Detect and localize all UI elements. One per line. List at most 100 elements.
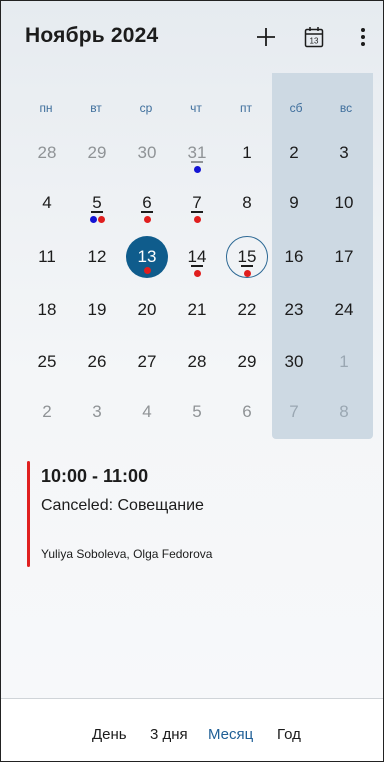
weekday-label: чт	[190, 101, 202, 115]
event-indicators	[172, 216, 222, 224]
day-number: 5	[92, 193, 102, 212]
day-cell[interactable]: 7	[269, 387, 319, 437]
month-title[interactable]: Ноябрь 2024	[25, 24, 158, 48]
day-number: 29	[237, 352, 257, 371]
day-cell[interactable]: 21	[172, 285, 222, 335]
day-cell[interactable]: 31	[172, 128, 222, 178]
day-cell[interactable]: 8	[222, 178, 272, 228]
event-dot-red	[143, 216, 151, 223]
day-cell[interactable]: 29	[222, 337, 272, 387]
tab-month[interactable]: Месяц	[208, 726, 253, 743]
app-frame: Ноябрь 2024 13 пн вт ср чт пт сб вс 28 2…	[1, 1, 383, 761]
day-cell[interactable]: 28	[172, 337, 222, 387]
event-indicators	[222, 270, 272, 278]
day-cell[interactable]: 23	[269, 285, 319, 335]
day-cell[interactable]: 7	[172, 178, 222, 228]
view-switcher: День 3 дня Месяц Год	[1, 698, 383, 761]
weekday-label: вт	[90, 101, 102, 115]
tab-day[interactable]: День	[92, 726, 127, 743]
weekday-label: вс	[339, 101, 353, 115]
day-cell-today[interactable]: 15	[222, 232, 272, 282]
day-number: 8	[339, 402, 349, 421]
plus-icon	[257, 28, 275, 46]
weekday-label: пт	[240, 101, 252, 115]
day-number: 25	[37, 352, 57, 371]
has-events-underline	[191, 211, 203, 213]
day-cell[interactable]: 19	[72, 285, 122, 335]
day-cell[interactable]: 26	[72, 337, 122, 387]
day-number: 2	[42, 402, 52, 421]
event-title: Canceled: Совещание	[41, 497, 204, 514]
day-cell[interactable]: 20	[122, 285, 172, 335]
tab-3-days[interactable]: 3 дня	[150, 726, 188, 743]
has-events-underline	[191, 161, 203, 163]
day-cell-selected[interactable]: 13	[122, 232, 172, 282]
day-number: 10	[334, 193, 354, 212]
day-number: 30	[137, 143, 157, 162]
day-cell[interactable]: 28	[22, 128, 72, 178]
day-cell[interactable]: 30	[122, 128, 172, 178]
day-cell[interactable]: 9	[269, 178, 319, 228]
day-cell[interactable]: 5	[172, 387, 222, 437]
day-cell[interactable]: 1	[222, 128, 272, 178]
day-cell[interactable]: 17	[319, 232, 369, 282]
day-cell[interactable]: 24	[319, 285, 369, 335]
day-cell[interactable]: 5	[72, 178, 122, 228]
day-cell[interactable]: 2	[22, 387, 72, 437]
calendar-today-icon: 13	[304, 27, 324, 48]
day-number: 11	[38, 247, 56, 266]
day-number: 3	[339, 143, 349, 162]
day-cell[interactable]: 12	[72, 232, 122, 282]
day-number: 31	[187, 143, 207, 162]
day-cell[interactable]: 3	[319, 128, 369, 178]
event-dot-blue	[89, 216, 97, 223]
event-indicators	[122, 267, 172, 275]
day-cell[interactable]: 2	[269, 128, 319, 178]
day-number: 7	[192, 193, 202, 212]
day-cell[interactable]: 30	[269, 337, 319, 387]
day-cell[interactable]: 6	[122, 178, 172, 228]
day-cell[interactable]: 25	[22, 337, 72, 387]
tab-year[interactable]: Год	[277, 726, 301, 743]
day-number: 18	[37, 300, 57, 319]
add-event-button[interactable]	[250, 21, 282, 53]
day-number: 12	[87, 247, 107, 266]
has-events-underline	[91, 211, 103, 213]
day-cell[interactable]: 4	[22, 178, 72, 228]
day-cell[interactable]: 27	[122, 337, 172, 387]
event-dot-red	[143, 267, 151, 274]
day-number: 13	[137, 247, 157, 266]
header: Ноябрь 2024 13	[1, 1, 383, 73]
day-number: 4	[42, 193, 52, 212]
day-cell[interactable]: 3	[72, 387, 122, 437]
event-indicators	[122, 216, 172, 224]
day-cell[interactable]: 4	[122, 387, 172, 437]
day-cell[interactable]: 29	[72, 128, 122, 178]
weekday-label: пн	[39, 101, 53, 115]
day-number: 5	[192, 402, 202, 421]
day-number: 6	[242, 402, 252, 421]
day-number: 28	[37, 143, 57, 162]
event-card[interactable]: 10:00 - 11:00 Canceled: Совещание Yuliya…	[27, 461, 357, 567]
day-cell[interactable]: 11	[22, 232, 72, 282]
more-menu-button[interactable]	[347, 21, 379, 53]
day-number: 4	[142, 402, 152, 421]
day-cell[interactable]: 10	[319, 178, 369, 228]
more-vertical-icon	[361, 28, 365, 46]
event-indicators	[172, 270, 222, 278]
weekday-label: ср	[139, 101, 153, 115]
day-number: 19	[87, 300, 107, 319]
day-cell[interactable]: 18	[22, 285, 72, 335]
day-cell[interactable]: 8	[319, 387, 369, 437]
day-number: 29	[87, 143, 107, 162]
day-cell[interactable]: 16	[269, 232, 319, 282]
event-color-bar	[27, 461, 30, 567]
day-cell[interactable]: 1	[319, 337, 369, 387]
day-cell[interactable]: 6	[222, 387, 272, 437]
day-number: 20	[137, 300, 157, 319]
day-cell[interactable]: 22	[222, 285, 272, 335]
day-number: 6	[142, 193, 152, 212]
event-dot-red	[243, 270, 251, 277]
today-button[interactable]: 13	[298, 21, 330, 53]
day-cell[interactable]: 14	[172, 232, 222, 282]
